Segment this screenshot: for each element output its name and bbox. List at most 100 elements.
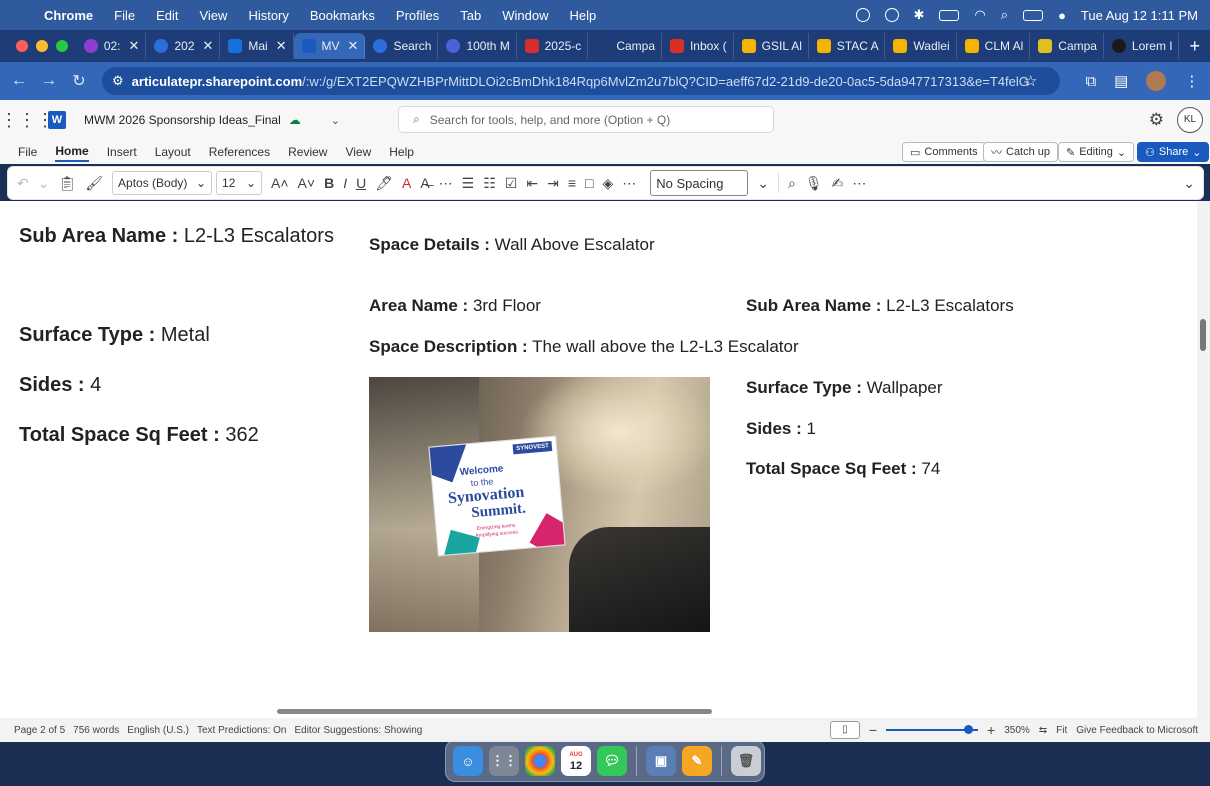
cloud-icon[interactable] bbox=[884, 8, 899, 22]
vertical-scroll-thumb[interactable] bbox=[1200, 319, 1206, 351]
zoom-out-button[interactable]: − bbox=[869, 722, 877, 738]
escalator-wall-photo[interactable]: SYNOVEST Welcome to the Synovation Summi… bbox=[369, 377, 710, 632]
editor-suggestions[interactable]: Editor Suggestions: Showing bbox=[294, 725, 422, 736]
close-tab-icon[interactable]: ✕ bbox=[348, 38, 359, 54]
browser-tab[interactable]: 100th M bbox=[438, 33, 517, 59]
menu-history[interactable]: History bbox=[248, 8, 288, 23]
messages-icon[interactable]: 💬︎ bbox=[597, 746, 627, 776]
clear-formatting-icon[interactable]: A̶ bbox=[420, 175, 429, 191]
battery-icon[interactable] bbox=[939, 9, 960, 21]
italic-icon[interactable]: I bbox=[343, 175, 347, 191]
menu-window[interactable]: Window bbox=[502, 8, 548, 23]
back-arrow-icon[interactable]: ← bbox=[4, 72, 34, 90]
editor-icon[interactable]: ✍︎ bbox=[832, 175, 844, 192]
minimize-window-button[interactable] bbox=[36, 40, 48, 52]
browser-tab[interactable]: Wadlei bbox=[885, 33, 957, 59]
zoom-fit-button[interactable]: Fit bbox=[1056, 725, 1067, 736]
expand-ribbon-chevron-icon[interactable]: ⌄ bbox=[1183, 175, 1195, 192]
zoom-slider-knob[interactable] bbox=[963, 725, 973, 734]
browser-tab[interactable]: Campa bbox=[1030, 33, 1104, 59]
shading-icon[interactable]: ◈ bbox=[602, 175, 613, 192]
close-tab-icon[interactable]: ✕ bbox=[276, 38, 287, 54]
vertical-scrollbar[interactable] bbox=[1197, 201, 1210, 718]
underline-icon[interactable]: U bbox=[356, 175, 366, 191]
browser-tab[interactable]: CLM Al bbox=[957, 33, 1031, 59]
pages-icon[interactable]: ✎ bbox=[682, 746, 712, 776]
align-icon[interactable]: ≡ bbox=[568, 175, 576, 191]
app-launcher-icon[interactable]: ⋮⋮⋮ bbox=[0, 110, 54, 131]
chevron-down-icon[interactable]: ⌄ bbox=[38, 175, 50, 192]
browser-tab[interactable]: Mai ✕ bbox=[220, 33, 294, 59]
undo-icon[interactable]: ↶ bbox=[17, 175, 29, 192]
tab-layout[interactable]: Layout bbox=[155, 143, 191, 161]
menu-help[interactable]: Help bbox=[570, 8, 597, 23]
browser-tab[interactable]: Lorem I bbox=[1104, 33, 1180, 59]
profile-avatar[interactable] bbox=[1146, 71, 1167, 91]
language[interactable]: English (U.S.) bbox=[127, 725, 189, 736]
catch-up-button[interactable]: 〰 Catch up bbox=[983, 142, 1059, 162]
site-settings-icon[interactable]: ⚙ bbox=[112, 73, 124, 89]
microphone-icon[interactable]: 🎙︎ bbox=[805, 175, 823, 192]
grow-font-icon[interactable]: A˄ bbox=[271, 175, 289, 191]
browser-tab[interactable]: 202 ✕ bbox=[146, 33, 221, 59]
tab-review[interactable]: Review bbox=[288, 143, 327, 161]
launchpad-icon[interactable]: ⋮⋮ bbox=[489, 746, 519, 776]
reading-mode-icon[interactable]: ▤ bbox=[1114, 72, 1128, 90]
checklist-icon[interactable]: ☑ bbox=[505, 175, 518, 192]
close-tab-icon[interactable]: ✕ bbox=[129, 38, 140, 54]
cloud-saved-icon[interactable]: ☁ bbox=[289, 113, 301, 127]
browser-tab-active[interactable]: MV ✕ bbox=[293, 33, 366, 59]
close-tab-icon[interactable]: ✕ bbox=[203, 38, 214, 54]
chrome-icon[interactable] bbox=[525, 746, 555, 776]
font-family-select[interactable]: Aptos (Body) ⌄ bbox=[112, 171, 213, 195]
menu-edit[interactable]: Edit bbox=[156, 8, 178, 23]
browser-tab[interactable]: GSIL Al bbox=[734, 33, 809, 59]
bold-icon[interactable]: B bbox=[324, 175, 334, 191]
paste-icon[interactable]: 📋︎ bbox=[58, 175, 76, 192]
tab-insert[interactable]: Insert bbox=[107, 143, 137, 161]
finder-icon[interactable]: ☺ bbox=[453, 746, 483, 776]
tab-file[interactable]: File bbox=[18, 143, 37, 161]
menu-tab[interactable]: Tab bbox=[460, 8, 481, 23]
close-window-button[interactable] bbox=[16, 40, 28, 52]
styles-select[interactable]: No Spacing bbox=[650, 170, 749, 196]
font-color-icon[interactable]: A bbox=[402, 175, 411, 191]
calendar-icon[interactable]: AUG 12 bbox=[561, 746, 591, 776]
shrink-font-icon[interactable]: A˅ bbox=[298, 175, 316, 191]
address-bar[interactable]: ⚙ articulatepr.sharepoint.com/:w:/g/EXT2… bbox=[102, 67, 1060, 95]
font-size-select[interactable]: 12 ⌄ bbox=[216, 171, 263, 195]
borders-icon[interactable]: □ bbox=[585, 175, 593, 191]
browser-tab[interactable]: Campa bbox=[588, 33, 662, 59]
tab-help[interactable]: Help bbox=[389, 143, 414, 161]
word-logo-icon[interactable]: W bbox=[48, 111, 66, 129]
format-painter-icon[interactable]: 🖌︎ bbox=[85, 175, 103, 192]
browser-tab[interactable]: Search bbox=[365, 33, 439, 59]
chevron-down-icon[interactable]: ⌄ bbox=[331, 114, 340, 127]
editing-mode-button[interactable]: ✎ Editing ⌄ bbox=[1058, 142, 1135, 162]
siri-icon[interactable]: ● bbox=[1058, 8, 1066, 23]
new-tab-button[interactable]: + bbox=[1179, 36, 1210, 57]
more-options-icon[interactable]: ⋯ bbox=[852, 175, 866, 192]
menu-view[interactable]: View bbox=[199, 8, 227, 23]
menu-app-name[interactable]: Chrome bbox=[44, 8, 93, 23]
zoom-in-button[interactable]: + bbox=[987, 722, 995, 738]
preview-icon[interactable]: ▣ bbox=[646, 746, 676, 776]
share-button[interactable]: ⚇ Share ⌄ bbox=[1137, 142, 1210, 162]
page-count[interactable]: Page 2 of 5 bbox=[14, 725, 65, 736]
decrease-indent-icon[interactable]: ⇤ bbox=[526, 175, 538, 192]
reload-icon[interactable]: ↻ bbox=[64, 71, 94, 91]
bluetooth-icon[interactable]: ✱ bbox=[914, 7, 925, 23]
zoom-level[interactable]: 350% bbox=[1004, 725, 1030, 736]
text-predictions[interactable]: Text Predictions: On bbox=[197, 725, 286, 736]
trash-icon[interactable]: 🗑︎ bbox=[731, 746, 761, 776]
highlight-icon[interactable]: 🖊︎ bbox=[375, 175, 393, 192]
document-title[interactable]: MWM 2026 Sponsorship Ideas_Final bbox=[84, 113, 281, 127]
chevron-down-icon[interactable]: ⌄ bbox=[757, 175, 769, 192]
browser-tab[interactable]: Inbox ( bbox=[662, 33, 734, 59]
bullets-icon[interactable]: ☰ bbox=[462, 175, 475, 192]
spotlight-icon[interactable]: ⌕ bbox=[1001, 7, 1008, 23]
chrome-menu-icon[interactable]: ⋮ bbox=[1184, 72, 1199, 90]
find-icon[interactable]: ⌕ bbox=[788, 175, 796, 192]
menubar-datetime[interactable]: Tue Aug 12 1:11 PM bbox=[1081, 8, 1198, 23]
zoom-window-button[interactable] bbox=[56, 40, 68, 52]
